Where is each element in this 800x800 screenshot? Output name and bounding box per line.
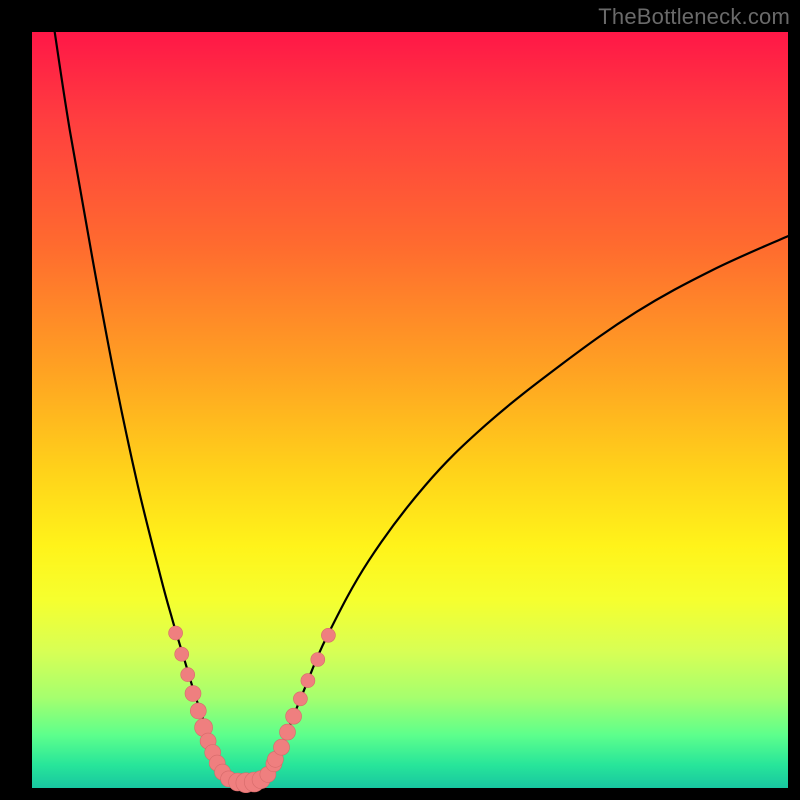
plot-area [32,32,788,788]
marker-dot [175,647,189,661]
marker-dot [185,686,201,702]
marker-dot [280,724,296,740]
marker-dot [274,739,290,755]
marker-dot [169,626,183,640]
chart-svg [32,32,788,788]
marker-dot [190,703,206,719]
bottleneck-curve [55,32,788,784]
marker-dot [181,668,195,682]
marker-dot [293,692,307,706]
marker-dots [169,626,336,793]
chart-frame: TheBottleneck.com [0,0,800,800]
marker-dot [301,674,315,688]
marker-dot [311,653,325,667]
marker-dot [321,628,335,642]
watermark-text: TheBottleneck.com [598,4,790,30]
marker-dot [286,708,302,724]
